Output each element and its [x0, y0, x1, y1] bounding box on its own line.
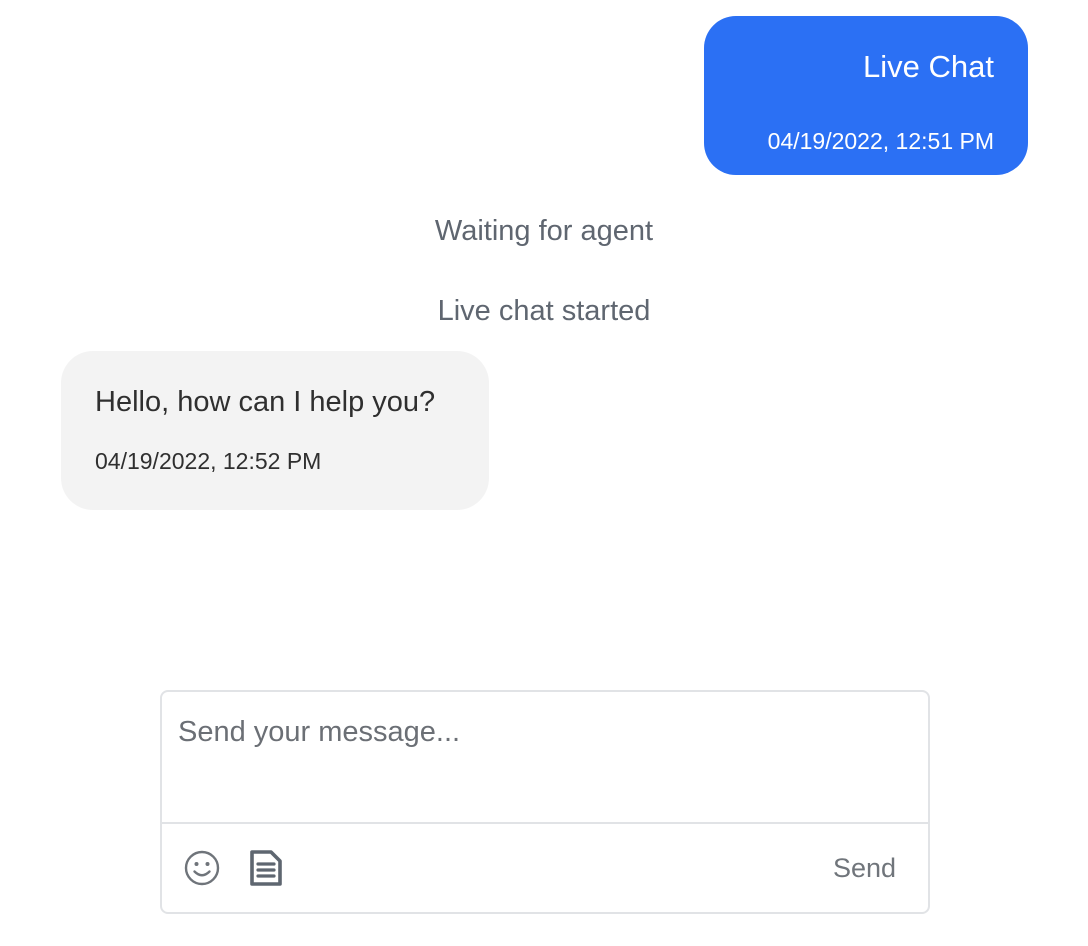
message-composer: Send	[160, 690, 930, 914]
message-input[interactable]	[162, 692, 928, 822]
incoming-message-bubble: Hello, how can I help you? 04/19/2022, 1…	[61, 351, 489, 510]
outgoing-message-bubble: Live Chat 04/19/2022, 12:51 PM	[704, 16, 1028, 175]
incoming-message-timestamp: 04/19/2022, 12:52 PM	[95, 448, 322, 474]
emoji-icon[interactable]	[182, 848, 222, 888]
system-message-started: Live chat started	[437, 295, 651, 327]
outgoing-message-text: Live Chat	[863, 49, 994, 84]
send-button[interactable]: Send	[833, 852, 896, 884]
outgoing-message-timestamp: 04/19/2022, 12:51 PM	[767, 128, 994, 154]
composer-divider	[162, 822, 928, 824]
incoming-message-text: Hello, how can I help you?	[95, 386, 436, 418]
chat-window: Live Chat 04/19/2022, 12:51 PM Waiting f…	[0, 0, 1088, 946]
system-message-waiting: Waiting for agent	[434, 215, 654, 247]
document-icon[interactable]	[246, 848, 286, 888]
